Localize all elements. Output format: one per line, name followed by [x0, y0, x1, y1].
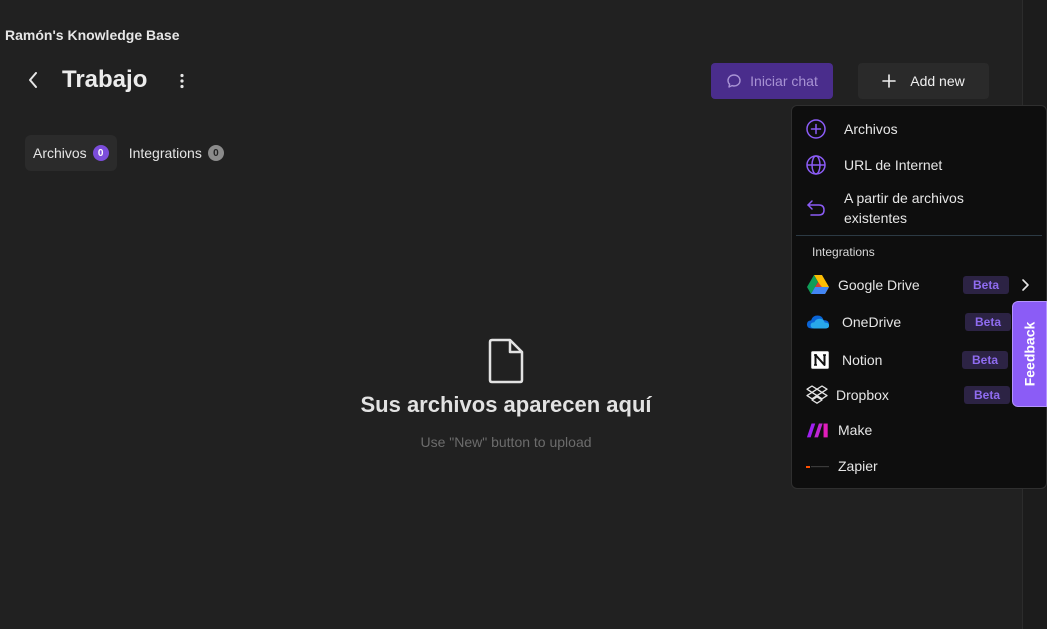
- zapier-icon: [806, 466, 829, 468]
- tab-archivos[interactable]: Archivos 0: [25, 135, 117, 171]
- menu-item-label: Zapier: [838, 458, 878, 474]
- add-new-button[interactable]: Add new: [858, 63, 989, 99]
- menu-item-make[interactable]: Make: [792, 418, 1046, 442]
- beta-badge: Beta: [963, 276, 1010, 294]
- back-button[interactable]: [22, 69, 44, 91]
- menu-item-label: OneDrive: [842, 314, 902, 330]
- menu-item-existing-files[interactable]: A partir de archivos existentes: [792, 188, 1046, 228]
- menu-item-label: URL de Internet: [844, 157, 943, 173]
- empty-state-subtitle: Use "New" button to upload: [420, 434, 592, 450]
- add-new-menu: Archivos URL de Internet A partir de arc…: [791, 105, 1047, 489]
- feedback-button[interactable]: Feedback: [1012, 301, 1047, 407]
- menu-divider: [796, 235, 1042, 236]
- beta-badge: Beta: [964, 386, 1011, 404]
- start-chat-button[interactable]: Iniciar chat: [711, 63, 833, 99]
- plus-circle-icon: [806, 119, 826, 139]
- chevron-left-icon: [29, 72, 37, 88]
- feedback-label: Feedback: [1021, 321, 1038, 387]
- count-badge: 0: [207, 145, 224, 161]
- tab-bar: Archivos 0 Integrations 0: [25, 135, 232, 171]
- beta-badge: Beta: [965, 313, 1012, 331]
- tab-label: Archivos: [33, 145, 87, 161]
- vertical-dots-icon: [180, 73, 184, 89]
- onedrive-icon: [806, 315, 830, 329]
- page-header: Trabajo Iniciar chat Add new: [0, 60, 1000, 102]
- undo-arrow-icon: [807, 200, 825, 216]
- make-icon: [806, 423, 828, 438]
- integrations-section-label: Integrations: [812, 245, 875, 259]
- empty-state: Sus archivos aparecen aquí Use "New" but…: [306, 338, 706, 450]
- plus-icon: [882, 74, 897, 88]
- beta-badge: Beta: [962, 351, 1009, 369]
- tab-integrations[interactable]: Integrations 0: [121, 135, 232, 171]
- page-title: Trabajo: [62, 66, 148, 93]
- menu-item-label: Notion: [842, 352, 883, 368]
- menu-item-label: Google Drive: [838, 277, 920, 293]
- count-badge: 0: [92, 145, 109, 161]
- chat-bubble-icon: [727, 74, 741, 88]
- menu-item-archivos[interactable]: Archivos: [792, 117, 1046, 141]
- menu-item-label: Archivos: [844, 121, 898, 137]
- start-chat-label: Iniciar chat: [750, 73, 818, 89]
- add-new-label: Add new: [910, 73, 965, 89]
- menu-item-label: A partir de archivos existentes: [844, 190, 964, 226]
- more-options-button[interactable]: [172, 70, 192, 92]
- menu-item-label: Dropbox: [836, 387, 889, 403]
- menu-item-label: Make: [838, 422, 873, 438]
- tab-label: Integrations: [128, 145, 202, 161]
- google-drive-icon: [807, 275, 829, 294]
- menu-item-zapier[interactable]: Zapier: [792, 454, 1046, 478]
- knowledge-base-title: Ramón's Knowledge Base: [5, 27, 180, 43]
- menu-item-url[interactable]: URL de Internet: [792, 153, 1046, 177]
- globe-icon: [806, 155, 826, 175]
- document-icon: [488, 338, 524, 384]
- dropbox-icon: [806, 385, 828, 404]
- empty-state-title: Sus archivos aparecen aquí: [360, 392, 652, 417]
- chevron-right-icon[interactable]: [1020, 278, 1030, 297]
- notion-icon: [809, 349, 831, 371]
